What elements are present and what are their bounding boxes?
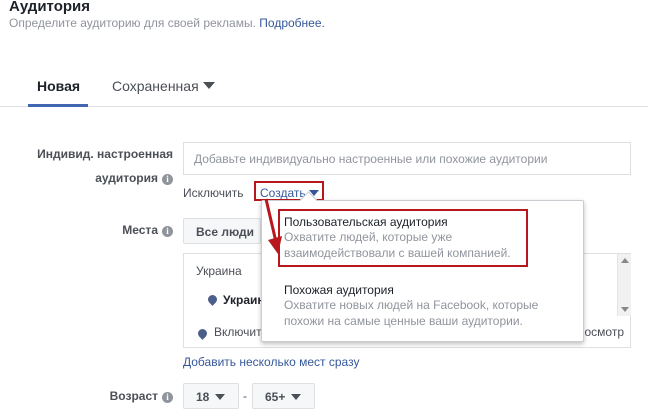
info-icon[interactable]: i: [162, 174, 173, 185]
menu-item-title: Похожая аудитория: [284, 283, 394, 297]
include-dropdown[interactable]: Включить: [214, 325, 268, 339]
tab-saved[interactable]: Сохраненная: [112, 78, 215, 94]
age-separator: -: [243, 389, 247, 403]
add-multiple-places-link[interactable]: Добавить несколько мест сразу: [183, 355, 359, 369]
info-icon[interactable]: i: [162, 226, 173, 237]
browse-link[interactable]: осмотр: [584, 325, 624, 339]
subtitle-text: Определите аудиторию для своей рекламы.: [9, 16, 256, 30]
section-title: Аудитория: [9, 0, 90, 15]
learn-more-link[interactable]: Подробнее.: [259, 16, 325, 30]
menu-item-description: похожи на самые ценные ваши аудитории.: [284, 314, 523, 328]
custom-audience-label-text: аудитория: [95, 171, 158, 185]
active-tab-indicator: [28, 104, 88, 107]
info-icon[interactable]: i: [162, 392, 173, 403]
tab-saved-label: Сохраненная: [112, 78, 199, 94]
age-max-value: 65+: [265, 390, 286, 404]
caret-down-icon: [202, 82, 215, 89]
age-label: Возраст i: [20, 389, 173, 403]
caret-down-icon: [291, 394, 302, 400]
age-min-dropdown[interactable]: 18: [183, 383, 239, 409]
scroll-up-icon[interactable]: [621, 258, 629, 263]
places-label: Места i: [20, 223, 173, 237]
places-scrollbar[interactable]: [617, 254, 631, 316]
location-pin-icon: [206, 293, 219, 306]
age-max-dropdown[interactable]: 65+: [252, 383, 315, 409]
exclude-link[interactable]: Исключить: [183, 186, 243, 200]
custom-audience-label-line1: Индивид. настроенная: [37, 147, 173, 161]
age-label-text: Возраст: [109, 389, 158, 403]
custom-audience-input[interactable]: Добавьте индивидуально настроенные или п…: [183, 142, 631, 175]
tab-new[interactable]: Новая: [37, 78, 80, 94]
menu-item-lookalike-audience[interactable]: Похожая аудитория Охватите новых людей н…: [284, 283, 538, 329]
section-subtitle: Определите аудиторию для своей рекламы. …: [9, 16, 325, 30]
country-group-header: Украина: [196, 264, 242, 278]
caret-down-icon: [215, 394, 226, 400]
custom-audience-label-line2: аудитория i: [20, 171, 173, 185]
menu-item-description: Охватите новых людей на Facebook, которы…: [284, 298, 539, 312]
custom-audience-highlight-box: [278, 209, 528, 267]
annotation-arrow-icon: [264, 198, 282, 254]
scroll-down-icon[interactable]: [621, 307, 629, 312]
age-min-value: 18: [196, 390, 210, 404]
location-pin-icon: [196, 327, 209, 340]
tabs-divider: [0, 106, 648, 107]
everyone-dropdown-button[interactable]: Все люди: [183, 218, 261, 244]
places-label-text: Места: [122, 223, 158, 237]
custom-audience-placeholder: Добавьте индивидуально настроенные или п…: [194, 152, 548, 166]
